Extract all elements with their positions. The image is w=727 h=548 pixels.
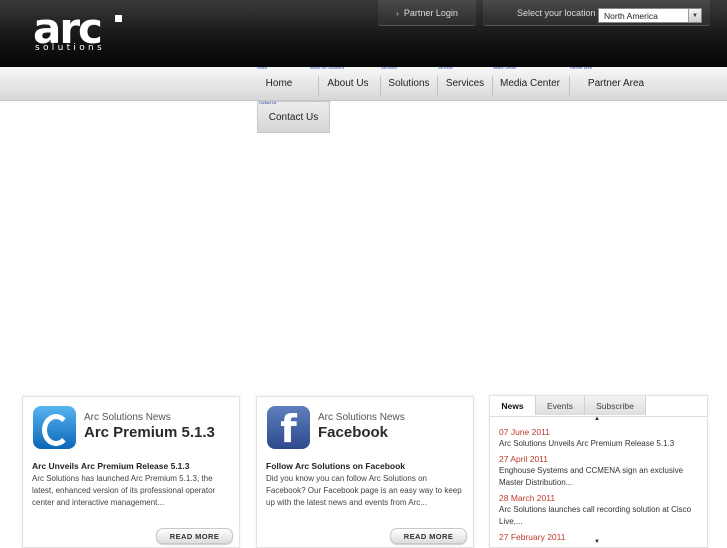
site-header: arc solutions › Partner Login Select you… (0, 0, 727, 67)
location-value: North America (604, 11, 658, 21)
nav-item-about-us[interactable]: About Us (319, 67, 377, 100)
contact-us-menu[interactable]: Contact Us Contact Us (257, 101, 330, 133)
list-item[interactable]: 07 June 2011 Arc Solutions Unveils Arc P… (499, 426, 699, 450)
main-nav: Home About Arc Solutions Solutions Servi… (0, 66, 727, 101)
nav-item-services[interactable]: Services (438, 67, 492, 100)
card-headline: Follow Arc Solutions on Facebook (266, 461, 405, 471)
nav-item-media-center[interactable]: Media Center (493, 67, 567, 100)
read-more-button[interactable]: READ MORE (156, 528, 233, 544)
tab-subscribe[interactable]: Subscribe (585, 396, 646, 415)
chevron-down-icon[interactable]: ▼ (688, 9, 701, 22)
arc-premium-icon (33, 406, 76, 449)
tab-news[interactable]: News (490, 396, 536, 415)
partner-login-button[interactable]: › Partner Login (378, 0, 476, 26)
location-select[interactable]: North America ▼ (598, 8, 702, 23)
news-list: 07 June 2011 Arc Solutions Unveils Arc P… (499, 426, 699, 546)
location-selector: Select your location North America ▼ (483, 0, 710, 26)
logo-subtitle: solutions (35, 43, 106, 53)
news-card-facebook: f Arc Solutions News Facebook Follow Arc… (256, 396, 474, 548)
news-date: 07 June 2011 (499, 427, 550, 437)
card-headline: Arc Unveils Arc Premium Release 5.1.3 (32, 461, 190, 471)
nav-item-home[interactable]: Home (257, 67, 301, 100)
card-kicker: Arc Solutions News (318, 412, 405, 423)
news-events-panel: News Events Subscribe ▲ 07 June 2011 Arc… (489, 395, 708, 548)
tab-events[interactable]: Events (536, 396, 585, 415)
news-card-arc-premium: Arc Solutions News Arc Premium 5.1.3 Arc… (22, 396, 240, 548)
contact-us-link[interactable]: Contact Us (258, 102, 329, 132)
news-date: 27 April 2011 (499, 454, 548, 464)
partner-login-label: Partner Login (403, 8, 458, 18)
list-item[interactable]: 28 March 2011 Arc Solutions launches cal… (499, 492, 699, 528)
list-item[interactable]: 27 April 2011 Enghouse Systems and CCMEN… (499, 453, 699, 489)
chevron-right-icon: › (396, 8, 399, 18)
news-text[interactable]: Arc Solutions Unveils Arc Premium Releas… (499, 438, 699, 450)
nav-item-partner-area[interactable]: Partner Area (570, 67, 662, 100)
card-body: Did you know you can follow Arc Solution… (266, 474, 462, 507)
scroll-up-icon[interactable]: ▲ (594, 416, 600, 422)
location-label: Select your location (517, 8, 596, 18)
arc-solutions-logo[interactable]: arc solutions (33, 4, 125, 56)
news-text[interactable]: Enghouse Systems and CCMENA sign an excl… (499, 465, 699, 489)
nav-item-solutions[interactable]: Solutions (381, 67, 437, 100)
card-body: Arc Solutions has launched Arc Premium 5… (32, 474, 216, 507)
scroll-down-icon[interactable]: ▼ (594, 539, 600, 545)
card-kicker: Arc Solutions News (84, 412, 171, 423)
logo-dot-icon (115, 15, 122, 22)
facebook-icon: f (267, 406, 310, 449)
card-title: Facebook (318, 424, 389, 441)
card-title: Arc Premium 5.1.3 (84, 424, 215, 441)
news-text[interactable]: Arc Solutions launches call recording so… (499, 504, 699, 528)
read-more-button[interactable]: READ MORE (390, 528, 467, 544)
news-date: 28 March 2011 (499, 493, 556, 503)
panel-tabs: News Events Subscribe (490, 396, 707, 417)
